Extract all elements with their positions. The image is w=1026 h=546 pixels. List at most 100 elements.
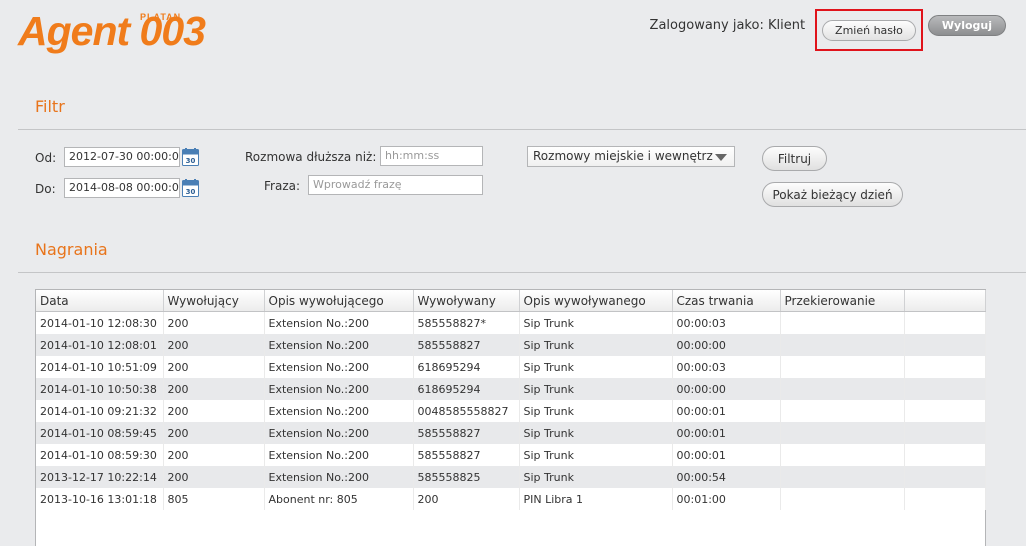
table-cell: 585558827 [413, 444, 520, 466]
duration-label: Rozmowa dłuższa niż: [245, 150, 377, 164]
table-cell: 2014-01-10 10:51:09 [36, 356, 164, 378]
calendar-icon[interactable]: 30 [182, 179, 199, 197]
table-cell: 2013-10-16 13:01:18 [36, 488, 164, 510]
table-cell: 618695294 [413, 356, 520, 378]
show-today-button[interactable]: Pokaż bieżący dzień [762, 182, 903, 207]
table-cell: 200 [163, 466, 265, 488]
column-header-redirect[interactable]: Przekierowanie [780, 290, 905, 312]
column-header-date[interactable]: Data [36, 290, 164, 312]
table-cell [904, 466, 986, 488]
filter-button[interactable]: Filtruj [762, 146, 827, 171]
table-cell: 2014-01-10 09:21:32 [36, 400, 164, 422]
column-header-caller[interactable]: Wywołujący [163, 290, 265, 312]
table-row[interactable]: 2014-01-10 08:59:30 200 Extension No.:200 5… [36, 444, 986, 466]
table-cell: 00:00:01 [672, 400, 781, 422]
table-cell: 2014-01-10 10:50:38 [36, 378, 164, 400]
to-date-field[interactable]: 2014-08-08 00:00:00 [64, 178, 180, 198]
phrase-field[interactable]: Wprowadź frazę [308, 175, 483, 195]
column-header-callee[interactable]: Wywoływany [413, 290, 520, 312]
table-cell: Sip Trunk [519, 334, 673, 356]
table-row[interactable]: 2014-01-10 08:59:45 200 Extension No.:200 5… [36, 422, 986, 444]
table-cell: Sip Trunk [519, 444, 673, 466]
table-cell: Extension No.:200 [264, 466, 414, 488]
table-cell [904, 488, 986, 510]
table-cell [904, 444, 986, 466]
table-row[interactable]: 2014-01-10 12:08:30 200 Extension No.:200 5… [36, 311, 986, 334]
table-cell: Extension No.:200 [264, 400, 414, 422]
column-header-duration[interactable]: Czas trwania [672, 290, 781, 312]
column-header-caller-desc[interactable]: Opis wywołującego [264, 290, 414, 312]
column-header-empty [904, 290, 986, 312]
call-type-select[interactable]: Rozmowy miejskie i wewnętrz [527, 146, 735, 167]
table-cell: Extension No.:200 [264, 444, 414, 466]
table-cell [780, 466, 905, 488]
logged-in-label: Zalogowany jako: Klient [649, 17, 806, 33]
table-header-row: Data Wywołujący Opis wywołującego Wywoły… [36, 290, 986, 312]
column-header-callee-desc[interactable]: Opis wywoływanego [519, 290, 673, 312]
from-date-field[interactable]: 2012-07-30 00:00:00 [64, 147, 180, 167]
recordings-divider [18, 272, 1026, 273]
svg-text:30: 30 [186, 188, 196, 196]
table-cell: 585558827* [413, 311, 520, 334]
table-cell: 0048585558827 [413, 400, 520, 422]
change-password-button[interactable]: Zmień hasło [822, 20, 916, 41]
to-label: Do: [35, 182, 56, 196]
table-cell: 200 [163, 400, 265, 422]
table-cell: 2014-01-10 12:08:01 [36, 334, 164, 356]
table-cell: Sip Trunk [519, 422, 673, 444]
duration-field[interactable]: hh:mm:ss [380, 146, 483, 166]
table-cell: Sip Trunk [519, 400, 673, 422]
agent-003-logo: PLATAN Agent 003 [18, 8, 308, 54]
table-cell: 200 [163, 311, 265, 334]
table-row[interactable]: 2014-01-10 10:51:09 200 Extension No.:200 6… [36, 356, 986, 378]
table-cell: 585558827 [413, 422, 520, 444]
table-row[interactable]: 2014-01-10 12:08:01 200 Extension No.:200 5… [36, 334, 986, 356]
table-cell [780, 311, 905, 334]
table-cell [904, 334, 986, 356]
chevron-down-icon [715, 154, 727, 161]
table-cell: 00:00:01 [672, 422, 781, 444]
logo-word: Agent 003 [18, 8, 206, 54]
table-cell [780, 356, 905, 378]
recordings-table: Data Wywołujący Opis wywołującego Wywoły… [35, 289, 986, 546]
table-cell: Extension No.:200 [264, 422, 414, 444]
table-cell: 200 [163, 356, 265, 378]
table-row[interactable]: 2014-01-10 10:50:38 200 Extension No.:200 6… [36, 378, 986, 400]
table-cell: 200 [163, 422, 265, 444]
table-cell: 805 [163, 488, 265, 510]
recordings-section-title: Nagrania [35, 240, 108, 259]
table-cell: 200 [163, 444, 265, 466]
table-cell: 00:00:00 [672, 334, 781, 356]
table-cell: Sip Trunk [519, 356, 673, 378]
filter-divider [18, 129, 1026, 130]
table-cell: Sip Trunk [519, 311, 673, 334]
table-cell: Extension No.:200 [264, 378, 414, 400]
table-cell: 00:00:00 [672, 378, 781, 400]
table-row[interactable]: 2014-01-10 09:21:32 200 Extension No.:200 0… [36, 400, 986, 422]
table-cell: Sip Trunk [519, 378, 673, 400]
table-cell: Extension No.:200 [264, 311, 414, 334]
table-cell [780, 444, 905, 466]
calendar-icon[interactable]: 30 [182, 148, 199, 166]
table-row[interactable]: 2013-10-16 13:01:18 805 Abonent nr: 805 200… [36, 488, 986, 510]
table-cell [780, 334, 905, 356]
table-cell: 200 [413, 488, 520, 510]
user-area: Zalogowany jako: Klient Zmień hasło Wylo… [649, 9, 1006, 51]
table-cell: 200 [163, 334, 265, 356]
table-row[interactable]: 2013-12-17 10:22:14 200 Extension No.:200 5… [36, 466, 986, 488]
table-cell: 2013-12-17 10:22:14 [36, 466, 164, 488]
table-cell: Abonent nr: 805 [264, 488, 414, 510]
table-cell: 00:00:01 [672, 444, 781, 466]
table-cell [780, 422, 905, 444]
logout-button[interactable]: Wyloguj [927, 14, 1006, 36]
call-type-value: Rozmowy miejskie i wewnętrz [533, 149, 713, 163]
table-cell: 2014-01-10 08:59:30 [36, 444, 164, 466]
table-cell: 585558827 [413, 334, 520, 356]
table-cell: 00:00:54 [672, 466, 781, 488]
table-cell: 618695294 [413, 378, 520, 400]
table-cell: 2014-01-10 12:08:30 [36, 311, 164, 334]
table-cell: 2014-01-10 08:59:45 [36, 422, 164, 444]
filter-section-title: Filtr [35, 97, 65, 116]
from-label: Od: [35, 151, 57, 165]
table-cell: 585558825 [413, 466, 520, 488]
